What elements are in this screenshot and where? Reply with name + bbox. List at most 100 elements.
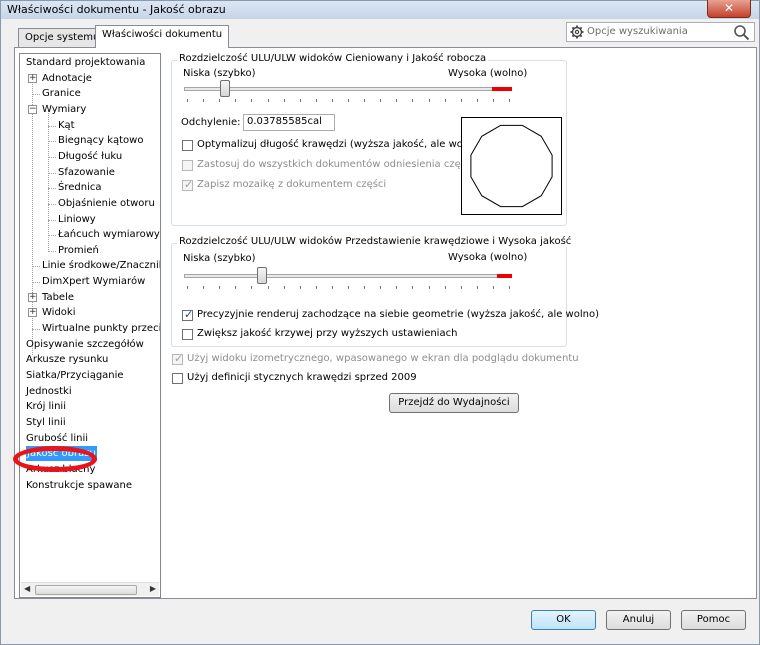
tree-expander-icon[interactable]: + [28, 292, 37, 302]
tree-item[interactable]: Średnica [58, 180, 101, 195]
horizontal-scrollbar[interactable]: ◀ ▶ [21, 582, 159, 596]
slider-tick [460, 286, 462, 289]
tree-item[interactable]: Konstrukcje spawane [26, 478, 132, 493]
slider-tick [412, 99, 414, 102]
tree-expander-icon[interactable]: + [28, 73, 37, 83]
slider-tick [299, 99, 301, 102]
tree-item[interactable]: Jednostki [26, 384, 72, 399]
checkbox-pre2009-tangent-edge[interactable] [172, 373, 183, 384]
checkbox-curve-quality[interactable] [182, 329, 193, 340]
scroll-left-icon[interactable]: ◀ [24, 584, 30, 593]
slider-tick [267, 286, 269, 289]
circle-preview-shape [470, 124, 553, 208]
tree-connector [48, 219, 56, 221]
tab-document-properties[interactable]: Właściwości dokumentu [95, 25, 230, 48]
tree-item[interactable]: Standard projektowania [26, 55, 145, 70]
slider-tick [396, 99, 398, 102]
tree-item[interactable]: Adnotacje [42, 71, 92, 86]
deviation-label: Odchylenie: [181, 117, 241, 128]
tree-item[interactable]: Sfazowanie [58, 165, 115, 180]
tree-connector [32, 282, 40, 284]
gear-icon [570, 25, 584, 39]
slider-tick [476, 99, 478, 102]
checkbox-precise-render-overlap[interactable]: ✓ [182, 308, 194, 321]
tree-item[interactable]: Liniowy [58, 212, 96, 227]
slider-tick [492, 99, 494, 102]
tree-item[interactable]: Kąt [58, 118, 75, 133]
slider-max-zone [492, 87, 512, 91]
checkbox-isometric-preview[interactable]: ✓ [172, 352, 183, 365]
tree-item[interactable]: Grubość linii [26, 431, 88, 446]
tree-connector [48, 203, 56, 205]
tree-connector [48, 188, 56, 190]
tree-item[interactable]: Krój linii [26, 399, 66, 414]
tree-connector [32, 266, 40, 268]
tree-connector [48, 250, 56, 252]
ok-button[interactable]: OK [531, 610, 596, 630]
tree-item[interactable]: Siatka/Przyciąganie [26, 368, 124, 383]
slider-tick [428, 286, 430, 289]
tree-item[interactable]: Biegnący kątowo [58, 133, 143, 148]
slider-tick [396, 286, 398, 289]
tree-item[interactable]: Promień [58, 243, 99, 258]
slider-tick [315, 286, 317, 289]
slider-track-wireframe[interactable] [184, 274, 512, 278]
slider-tick [492, 286, 494, 289]
scroll-thumb[interactable] [35, 585, 137, 595]
tab-system-options[interactable]: Opcje systemu [18, 28, 107, 47]
tree-item[interactable]: Linie środkowe/Znaczniki [42, 258, 160, 273]
slider-tick [364, 286, 366, 289]
tessellation-preview [461, 117, 562, 215]
slider-tick [444, 99, 446, 102]
slider-max-zone [497, 274, 512, 278]
tree-item[interactable]: DimXpert Wymiarów [42, 274, 145, 289]
slider-tick [380, 286, 382, 289]
tree-item[interactable]: Opisywanie szczegółów [26, 337, 144, 352]
options-tree[interactable]: ◀ ▶ Standard projektowania + Adnotacje Gran… [19, 53, 161, 598]
tree-expander-icon[interactable]: + [28, 308, 37, 318]
checkbox-save-tessellation[interactable]: ✓ [182, 178, 194, 191]
slider-tick [460, 99, 462, 102]
tree-connector [48, 141, 56, 143]
slider-tick [203, 286, 205, 289]
checkbox-label: Optymalizuj długość krawędzi (wyższa jak… [197, 139, 483, 150]
tree-item[interactable]: Łańcuch wymiarowy [58, 227, 160, 242]
tree-item[interactable]: Tabele [42, 290, 74, 305]
group-title: Rozdzielczość ULU/ULW widoków Cieniowany… [177, 53, 489, 64]
tree-expander-icon[interactable]: − [28, 104, 37, 114]
cancel-button[interactable]: Anuluj [606, 610, 671, 630]
checkmark-icon: ✓ [184, 308, 194, 321]
help-button[interactable]: Pomoc [681, 610, 746, 630]
slider-track-shaded[interactable] [184, 87, 512, 91]
title-bar: Właściwości dokumentu - Jakość obrazu ✕ [1, 0, 759, 19]
tree-item[interactable]: Styl linii [26, 415, 66, 430]
tree-connector [48, 125, 56, 127]
checkmark-icon: ✓ [184, 178, 194, 191]
tree-item[interactable]: Objaśnienie otworu [58, 196, 155, 211]
scroll-right-icon[interactable]: ▶ [150, 584, 156, 593]
tree-item[interactable]: Długość łuku [58, 149, 122, 164]
magnifier-icon[interactable] [733, 24, 750, 41]
checkbox-label: Precyzyjnie renderuj zachodzące na siebi… [197, 309, 599, 320]
slider-tick [509, 99, 510, 102]
slider-thumb-wireframe[interactable] [257, 267, 267, 284]
tree-item[interactable]: Widoki [42, 305, 75, 320]
slider-tick [299, 286, 301, 289]
search-input[interactable]: Opcje wyszukiwania [566, 22, 755, 42]
slider-tick [187, 286, 188, 289]
deviation-input[interactable]: 0.03785585cal [243, 114, 335, 131]
go-to-performance-button[interactable]: Przejdź do Wydajności [389, 393, 519, 413]
checkbox-optimize-edge-length[interactable] [182, 140, 193, 151]
checkbox-label: Użyj definicji stycznych krawędzi sprzed… [187, 372, 417, 383]
slider-low-label: Niska (szybko) [183, 253, 256, 264]
close-button[interactable]: ✕ [707, 0, 751, 18]
checkbox-apply-to-referenced-docs[interactable] [182, 160, 193, 171]
slider-tick [348, 286, 349, 289]
group-title: Rozdzielczość ULU/ULW widoków Przedstawi… [177, 236, 574, 247]
tree-item[interactable]: Granice [42, 86, 81, 101]
preview-polygon [470, 124, 553, 208]
tree-item[interactable]: Arkusze rysunku [26, 352, 108, 367]
slider-thumb-shaded[interactable] [220, 80, 230, 97]
tree-item[interactable]: Wirtualne punkty przecięcia [42, 321, 160, 336]
tree-item[interactable]: Wymiary [42, 102, 86, 117]
